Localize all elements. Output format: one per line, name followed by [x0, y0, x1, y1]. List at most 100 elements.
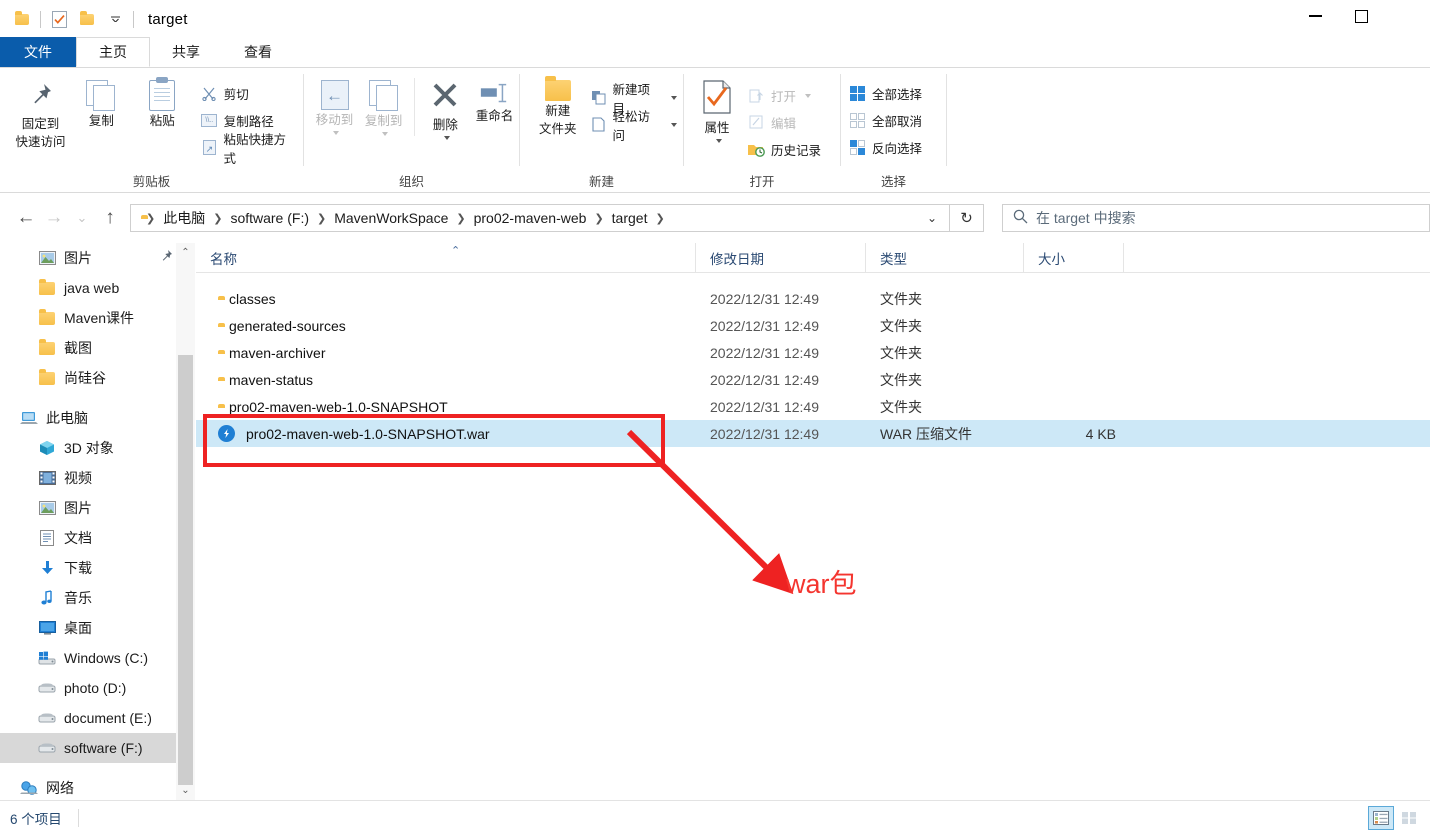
tab-file[interactable]: 文件 — [0, 37, 76, 67]
sidebar-item-this-pc[interactable]: 此电脑 — [0, 403, 195, 433]
maximize-button[interactable] — [1338, 0, 1384, 32]
column-header-name[interactable]: 名称 ⌃ — [196, 243, 696, 272]
scrollbar-thumb[interactable] — [178, 355, 193, 785]
tab-share[interactable]: 共享 — [150, 37, 222, 67]
breadcrumb-separator[interactable]: ❯ — [593, 212, 604, 225]
tab-view[interactable]: 查看 — [222, 37, 294, 67]
sidebar-item-music[interactable]: 音乐 — [0, 583, 195, 613]
sidebar-item-desktop[interactable]: 桌面 — [0, 613, 195, 643]
sidebar-item-videos[interactable]: 视频 — [0, 463, 195, 493]
table-row[interactable]: pro02-maven-web-1.0-SNAPSHOT.war 2022/12… — [196, 420, 1430, 447]
new-folder-icon — [544, 76, 571, 101]
sidebar-item-java-web[interactable]: java web — [0, 273, 195, 303]
easy-access-button[interactable]: 轻松访问 — [590, 110, 683, 143]
rename-button[interactable]: 重命名 — [470, 76, 519, 124]
invert-selection-button[interactable]: 反向选择 — [849, 136, 928, 159]
large-icons-view-icon[interactable] — [1396, 806, 1422, 830]
windows-drive-icon — [38, 649, 56, 667]
sidebar-item-pictures-quick[interactable]: 图片 — [0, 243, 195, 273]
breadcrumb-separator[interactable]: ❯ — [212, 212, 223, 225]
new-folder-button[interactable]: 新建 文件夹 — [530, 76, 586, 137]
address-path-box[interactable]: ❯ 此电脑 ❯ software (F:) ❯ MavenWorkSpace ❯… — [130, 204, 950, 232]
address-bar: ← → ⌄ ↑ ❯ 此电脑 ❯ software (F:) ❯ MavenWor… — [0, 193, 1430, 243]
sidebar-item-documents[interactable]: 文档 — [0, 523, 195, 553]
minimize-button[interactable] — [1292, 0, 1338, 32]
sidebar-item-network[interactable]: 网络 — [0, 773, 195, 800]
up-arrow-icon[interactable]: ↑ — [96, 204, 124, 232]
new-folder-icon[interactable] — [73, 4, 101, 34]
history-button[interactable]: 历史记录 — [748, 138, 827, 161]
pin-icon[interactable] — [160, 249, 173, 265]
move-to-button[interactable]: ← 移动到 — [310, 76, 359, 135]
divider — [414, 78, 415, 136]
breadcrumb-item-target[interactable]: target — [607, 206, 653, 230]
open-button[interactable]: 打开 — [748, 84, 827, 107]
recent-locations-dropdown-icon[interactable]: ⌄ — [68, 204, 96, 232]
cut-button[interactable]: 剪切 — [201, 82, 303, 105]
breadcrumb-item-pro02-maven-web[interactable]: pro02-maven-web — [469, 206, 592, 230]
edit-icon — [748, 114, 765, 131]
delete-button[interactable]: 删除 — [421, 76, 470, 140]
system-menu-folder-icon[interactable] — [8, 4, 36, 34]
customize-quick-access-dropdown-icon[interactable] — [101, 4, 129, 34]
breadcrumb-separator[interactable]: ❯ — [316, 212, 327, 225]
pin-icon — [25, 80, 55, 114]
sidebar-item-downloads[interactable]: 下载 — [0, 553, 195, 583]
close-button[interactable] — [1384, 0, 1430, 32]
table-row[interactable]: classes 2022/12/31 12:49 文件夹 — [196, 285, 1430, 312]
pin-to-quick-access-button[interactable]: 固定到 快速访问 — [10, 76, 71, 150]
table-row[interactable]: generated-sources 2022/12/31 12:49 文件夹 — [196, 312, 1430, 339]
file-name-label: generated-sources — [229, 317, 346, 334]
paste-button[interactable]: 粘贴 — [132, 76, 193, 129]
paste-icon — [149, 77, 176, 111]
cut-label: 剪切 — [223, 88, 249, 102]
address-dropdown-icon[interactable]: ⌄ — [919, 205, 945, 231]
back-arrow-icon[interactable]: ← — [12, 204, 40, 232]
sidebar-item-photo-d[interactable]: photo (D:) — [0, 673, 195, 703]
edit-button[interactable]: 编辑 — [748, 111, 827, 134]
copy-button[interactable]: 复制 — [71, 76, 132, 129]
drive-icon — [38, 679, 56, 697]
breadcrumb-item-mavenworkspace[interactable]: MavenWorkSpace — [329, 206, 453, 230]
breadcrumb-separator[interactable]: ❯ — [654, 212, 665, 225]
copy-to-button[interactable]: 复制到 — [359, 76, 408, 136]
sidebar-item-windows-c[interactable]: Windows (C:) — [0, 643, 195, 673]
sidebar-item-software-f[interactable]: software (F:) — [0, 733, 195, 763]
breadcrumb-item-software-f[interactable]: software (F:) — [225, 206, 314, 230]
table-row[interactable]: maven-archiver 2022/12/31 12:49 文件夹 — [196, 339, 1430, 366]
breadcrumb-separator[interactable]: ❯ — [455, 212, 466, 225]
select-all-button[interactable]: 全部选择 — [849, 82, 928, 105]
properties-button[interactable]: 属性 — [692, 76, 742, 143]
sidebar-item-label: java web — [64, 280, 120, 296]
file-list-column-headers: 名称 ⌃ 修改日期 类型 大小 — [196, 243, 1430, 273]
column-header-type[interactable]: 类型 — [866, 243, 1024, 272]
refresh-icon[interactable]: ↻ — [950, 204, 984, 232]
ribbon-tabs: 文件 主页 共享 查看 — [0, 37, 1430, 68]
column-header-size[interactable]: 大小 — [1024, 243, 1124, 272]
breadcrumb-item-this-pc[interactable]: 此电脑 — [158, 206, 210, 230]
select-none-button[interactable]: 全部取消 — [849, 109, 928, 132]
new-folder-label-2: 文件夹 — [539, 122, 577, 136]
sidebar-item-3d-objects[interactable]: 3D 对象 — [0, 433, 195, 463]
forward-arrow-icon[interactable]: → — [40, 204, 68, 232]
copy-to-label: 复制到 — [364, 114, 403, 128]
scroll-down-icon[interactable]: ⌄ — [176, 781, 195, 800]
sidebar-item-screenshots[interactable]: 截图 — [0, 333, 195, 363]
navigation-pane-scrollbar[interactable]: ⌃ ⌄ — [176, 243, 195, 800]
search-box[interactable]: 在 target 中搜索 — [1002, 204, 1430, 232]
details-view-icon[interactable] — [1368, 805, 1394, 830]
tab-home[interactable]: 主页 — [76, 37, 150, 67]
paste-shortcut-button[interactable]: ↗ 粘贴快捷方式 — [201, 133, 303, 166]
table-row[interactable]: maven-status 2022/12/31 12:49 文件夹 — [196, 366, 1430, 393]
select-all-icon — [849, 85, 866, 102]
file-type-cell: 文件夹 — [880, 317, 922, 334]
sidebar-item-shangguigu[interactable]: 尚硅谷 — [0, 363, 195, 393]
sidebar-item-maven-courseware[interactable]: Maven课件 — [0, 303, 195, 333]
table-row[interactable]: pro02-maven-web-1.0-SNAPSHOT 2022/12/31 … — [196, 393, 1430, 420]
sidebar-item-pictures[interactable]: 图片 — [0, 493, 195, 523]
file-type-cell: 文件夹 — [880, 290, 922, 307]
sidebar-item-document-e[interactable]: document (E:) — [0, 703, 195, 733]
properties-check-icon[interactable] — [45, 4, 73, 34]
scroll-up-icon[interactable]: ⌃ — [176, 243, 195, 262]
column-header-date[interactable]: 修改日期 — [696, 243, 866, 272]
